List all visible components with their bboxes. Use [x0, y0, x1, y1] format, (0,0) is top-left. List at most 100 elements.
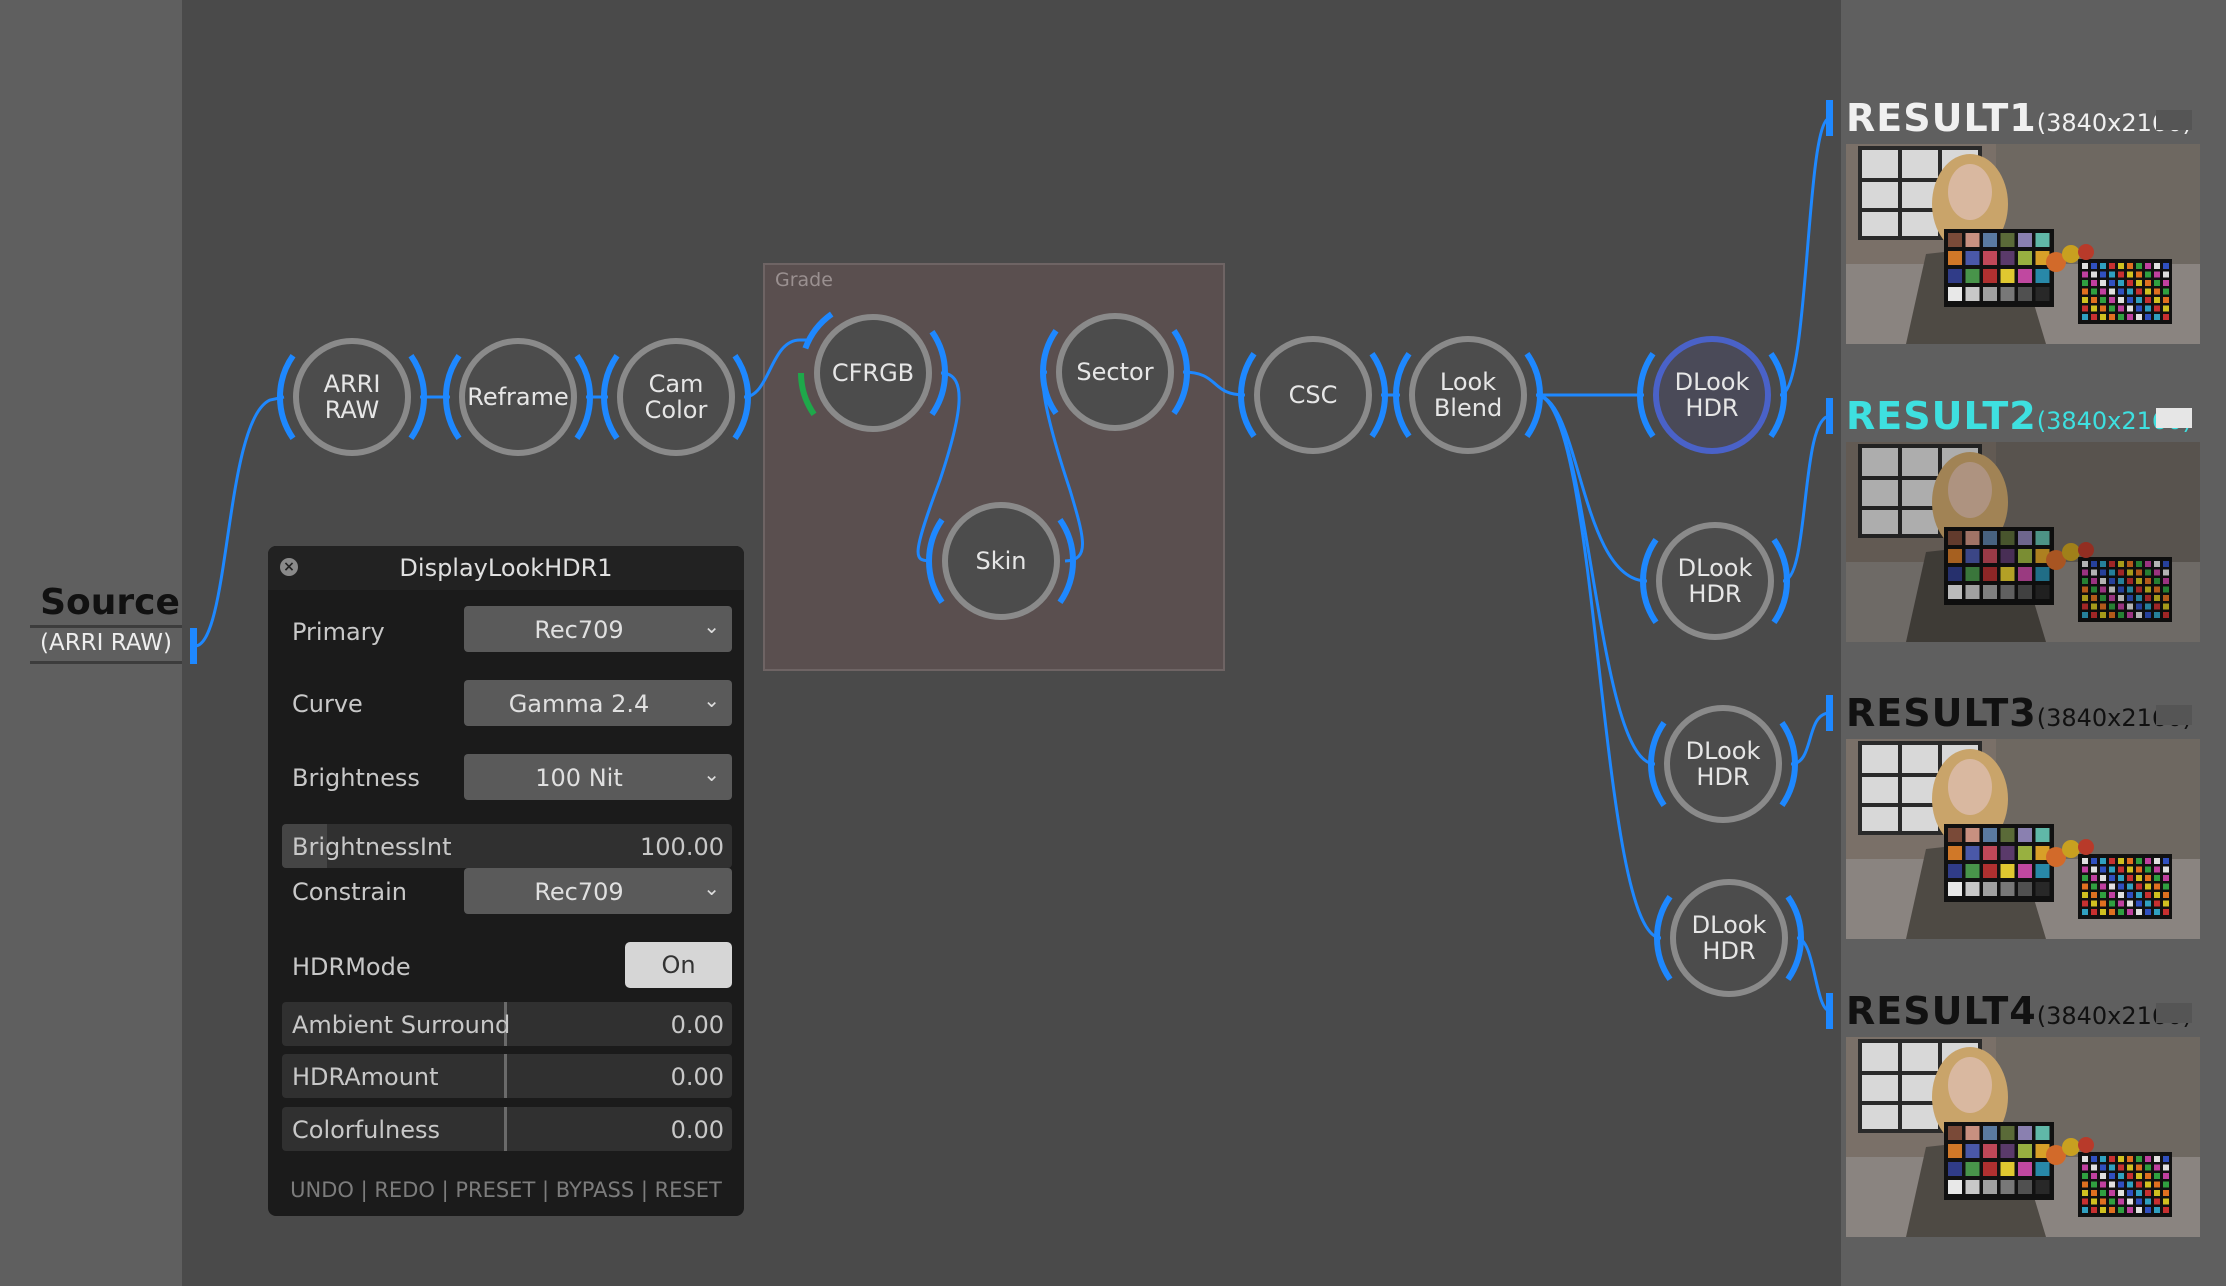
result-input-port[interactable]: [1826, 398, 1833, 434]
color-chip: [2127, 892, 2133, 898]
color-chip: [2154, 595, 2160, 601]
primary-dropdown[interactable]: Rec709 ⌄: [464, 606, 732, 652]
color-chip: [2018, 531, 2032, 545]
source-output-port[interactable]: [190, 628, 197, 664]
color-chip: [2118, 1198, 2124, 1205]
brightness-int-slider[interactable]: BrightnessInt 100.00: [282, 824, 732, 868]
output-port-arc[interactable]: [1779, 720, 1798, 808]
result-swatch[interactable]: [2156, 705, 2192, 725]
result-input-port[interactable]: [1826, 695, 1833, 731]
node-label-line: ARRI: [323, 370, 381, 398]
color-chip: [1948, 846, 1962, 860]
color-chip: [2118, 866, 2124, 873]
color-chip: [2100, 280, 2106, 286]
node-label-line: CSC: [1288, 381, 1338, 409]
wire: [1535, 393, 1648, 583]
mask-input-port-arc[interactable]: [798, 372, 817, 417]
redo-button[interactable]: REDO: [374, 1178, 435, 1202]
color-chip: [2154, 561, 2160, 567]
output-port-arc[interactable]: [1771, 537, 1790, 625]
hdr-amount-value[interactable]: 0.00: [671, 1063, 724, 1091]
color-chip: [2109, 900, 2115, 907]
result-swatch[interactable]: [2156, 110, 2192, 130]
result-swatch[interactable]: [2156, 408, 2192, 428]
color-chip: [1965, 1126, 1980, 1140]
output-port-arc[interactable]: [1369, 351, 1388, 439]
color-chip: [1965, 269, 1980, 283]
node-label-csc: CSC: [1289, 382, 1338, 408]
hdr-mode-toggle[interactable]: On: [625, 942, 732, 988]
output-port-arc[interactable]: [1785, 894, 1804, 982]
color-chip: [2035, 567, 2050, 581]
curve-dropdown[interactable]: Gamma 2.4 ⌄: [464, 680, 732, 726]
result-thumbnail[interactable]: [1846, 739, 2200, 939]
preset-button[interactable]: PRESET: [455, 1178, 535, 1202]
color-chip: [2082, 1198, 2088, 1205]
input-port-arc[interactable]: [1654, 894, 1673, 982]
color-chip: [2118, 595, 2124, 601]
brightness-dropdown[interactable]: 100 Nit ⌄: [464, 754, 732, 800]
result-thumbnail[interactable]: [1846, 1037, 2200, 1237]
panel-titlebar[interactable]: × DisplayLookHDR1: [268, 546, 744, 590]
output-port-arc[interactable]: [732, 353, 751, 441]
input-port-arc[interactable]: [926, 517, 945, 605]
input-port-arc[interactable]: [1648, 720, 1667, 808]
hdr-amount-slider[interactable]: HDRAmount 0.00: [282, 1054, 732, 1098]
color-chip: [2118, 892, 2124, 898]
color-chip: [2082, 1181, 2088, 1188]
reset-button[interactable]: RESET: [655, 1178, 722, 1202]
color-chip: [2091, 297, 2097, 303]
color-chip: [2145, 561, 2151, 567]
result-thumbnail[interactable]: [1846, 144, 2200, 344]
wire: [743, 338, 809, 399]
input-port-arc[interactable]: [1637, 351, 1656, 439]
result-thumbnail[interactable]: [1846, 442, 2200, 642]
color-chip: [2118, 875, 2124, 881]
color-chip: [2082, 858, 2088, 864]
input-port-arc[interactable]: [1238, 351, 1257, 439]
output-port-arc[interactable]: [1768, 351, 1787, 439]
result-input-port[interactable]: [1826, 100, 1833, 136]
input-port-arc[interactable]: [443, 353, 462, 441]
color-chip: [2163, 603, 2169, 610]
color-chip: [2018, 233, 2032, 247]
output-port-arc[interactable]: [574, 353, 593, 441]
colorfulness-slider[interactable]: Colorfulness 0.00: [282, 1107, 732, 1151]
result-input-port[interactable]: [1826, 993, 1833, 1029]
color-chip: [2136, 858, 2142, 864]
color-chip: [2154, 1207, 2160, 1213]
undo-button[interactable]: UNDO: [290, 1178, 354, 1202]
color-chip: [2163, 569, 2169, 576]
ambient-surround-value[interactable]: 0.00: [671, 1011, 724, 1039]
separator: |: [434, 1178, 456, 1202]
color-chip: [2136, 1173, 2142, 1179]
brightness-int-value[interactable]: 100.00: [640, 833, 724, 861]
input-port-arc[interactable]: [601, 353, 620, 441]
color-chip: [1965, 233, 1980, 247]
color-chip: [2000, 1180, 2015, 1194]
ambient-surround-slider[interactable]: Ambient Surround 0.00: [282, 1002, 732, 1046]
output-port-arc[interactable]: [1524, 351, 1543, 439]
color-chip: [2082, 305, 2088, 312]
display-look-hdr-panel: × DisplayLookHDR1 Primary Rec709 ⌄ Curve…: [268, 546, 744, 1216]
output-port-arc[interactable]: [408, 353, 427, 441]
result-swatch[interactable]: [2156, 1003, 2192, 1023]
input-port-arc[interactable]: [277, 353, 296, 441]
output-port-arc[interactable]: [1171, 328, 1190, 416]
color-chip: [2000, 1144, 2015, 1158]
color-chip: [2091, 569, 2097, 576]
input-port-arc[interactable]: [1393, 351, 1412, 439]
color-chip: [2091, 305, 2097, 312]
output-port-arc[interactable]: [929, 329, 948, 417]
constrain-dropdown[interactable]: Rec709 ⌄: [464, 868, 732, 914]
color-chip: [2100, 561, 2106, 567]
colorfulness-value[interactable]: 0.00: [671, 1116, 724, 1144]
color-chip: [2100, 909, 2106, 915]
bypass-button[interactable]: BYPASS: [556, 1178, 634, 1202]
color-chip: [2145, 305, 2151, 312]
color-chip: [2118, 858, 2124, 864]
color-chip: [2136, 288, 2142, 295]
input-port-arc[interactable]: [1640, 537, 1659, 625]
color-chip: [2082, 288, 2088, 295]
color-chip: [2035, 864, 2050, 878]
